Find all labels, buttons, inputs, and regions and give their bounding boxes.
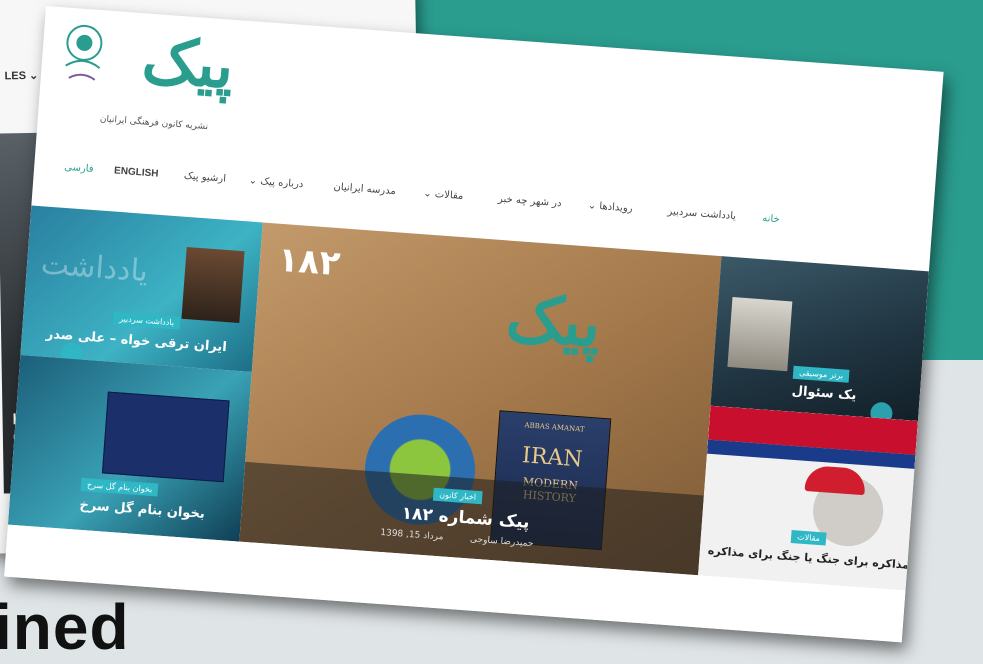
headline-fragment: ined bbox=[0, 591, 130, 663]
nav-articles[interactable]: مقالات ⌄ bbox=[423, 188, 464, 202]
tile-editor-note[interactable]: یادداشت یادداشت سردبیر ایران ترقی خواه –… bbox=[20, 205, 263, 373]
nav-english[interactable]: ENGLISH bbox=[114, 165, 159, 179]
tile-poem[interactable]: بخوان بنام گل سرخ بخوان بنام گل سرخ bbox=[7, 355, 252, 542]
tile-badge[interactable]: مقالات bbox=[790, 530, 827, 546]
site-logo-subtitle: نشریه کانون فرهنگی ایرانیان bbox=[99, 114, 209, 133]
tile-badge[interactable]: یادداشت سردبیر bbox=[112, 311, 181, 330]
nav-events[interactable]: رویدادها ⌄ bbox=[587, 200, 632, 214]
author-photo bbox=[181, 246, 245, 324]
nav-farsi[interactable]: فارسی bbox=[64, 162, 94, 175]
tile-title[interactable]: یک سئوال bbox=[791, 384, 857, 404]
calligraphy-art bbox=[101, 391, 230, 483]
nav-school[interactable]: مدرسه ایرانیان bbox=[333, 182, 396, 198]
portrait-photo bbox=[727, 297, 793, 372]
nav-about[interactable]: درباره پیک ⌄ bbox=[248, 175, 303, 190]
tile-badge[interactable]: بخوان بنام گل سرخ bbox=[80, 477, 159, 497]
tile-badge[interactable]: برتر موسیقی bbox=[792, 365, 850, 383]
nav-editor-note[interactable]: یادداشت سردبیر bbox=[667, 206, 736, 222]
tile-title[interactable]: مذاکره برای جنگ یا جنگ برای مذاکره bbox=[707, 544, 909, 572]
book-author: ABBAS AMANAT bbox=[524, 421, 585, 434]
nav-archive[interactable]: ارشیو پیک bbox=[184, 171, 227, 185]
nav-home[interactable]: خانه bbox=[762, 213, 780, 225]
back-nav-fragment: LES ⌄ bbox=[4, 69, 39, 83]
book-title: IRAN bbox=[521, 443, 584, 473]
tile-question[interactable]: برتر موسیقی یک سئوال bbox=[710, 256, 929, 421]
red-cap bbox=[804, 464, 867, 496]
tile-title[interactable]: بخوان بنام گل سرخ bbox=[79, 498, 205, 522]
tile-art-text: یادداشت bbox=[39, 246, 150, 290]
nav-city-news[interactable]: در شهر چه خبر bbox=[498, 194, 562, 210]
peyk-homepage: پیک نشریه کانون فرهنگی ایرانیان فارسی EN… bbox=[4, 6, 944, 643]
magazine-logo: پیک bbox=[503, 280, 604, 363]
tile-featured[interactable]: ۱۸۲ پیک ABBAS AMANAT IRAN MODERN HISTORY… bbox=[239, 222, 722, 576]
issue-number: ۱۸۲ bbox=[276, 239, 342, 285]
emblem-icon bbox=[65, 24, 103, 81]
site-logo-title[interactable]: پیک bbox=[140, 23, 237, 103]
tile-negotiation[interactable]: مقالات مذاکره برای جنگ یا جنگ برای مذاکر… bbox=[698, 405, 918, 591]
